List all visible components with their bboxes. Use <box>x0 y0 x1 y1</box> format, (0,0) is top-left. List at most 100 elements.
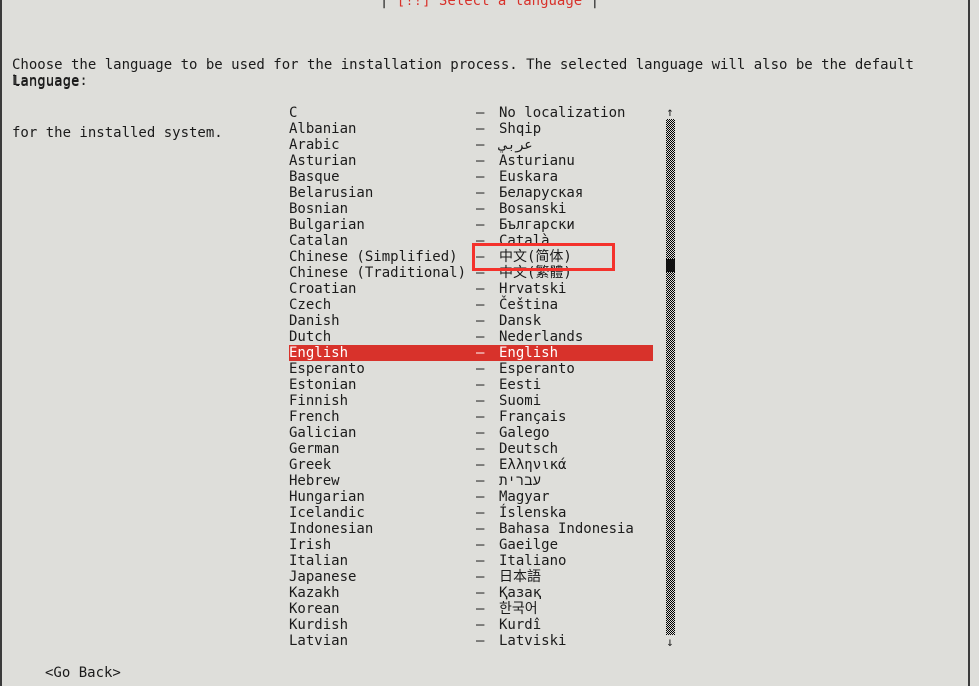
language-english-name: Czech <box>289 297 332 313</box>
language-separator: – <box>476 457 485 473</box>
language-list-item[interactable]: Greek – Ελληνικά <box>289 457 653 473</box>
language-separator: – <box>476 569 485 585</box>
language-list-item[interactable]: Esperanto – Esperanto <box>289 361 653 377</box>
language-separator: – <box>476 489 485 505</box>
language-list-item[interactable]: Czech – Čeština <box>289 297 653 313</box>
language-list-item[interactable]: Arabic – عربي <box>289 137 653 153</box>
language-english-name: Belarusian <box>289 185 374 201</box>
language-native-name: Français <box>499 409 567 425</box>
language-english-name: Croatian <box>289 281 357 297</box>
language-native-name: English <box>499 345 559 361</box>
language-list-item[interactable]: Indonesian – Bahasa Indonesia <box>289 521 653 537</box>
language-separator: – <box>476 153 485 169</box>
language-list-item[interactable]: Bulgarian – Български <box>289 217 653 233</box>
language-native-name: Kurdî <box>499 617 542 633</box>
language-list-item[interactable]: Korean – 한국어 <box>289 601 653 617</box>
language-english-name: Esperanto <box>289 361 365 377</box>
language-separator: – <box>476 105 485 121</box>
installer-screen: | [!!] Select a language | Choose the la… <box>0 0 979 686</box>
language-english-name: Albanian <box>289 121 357 137</box>
language-list-item[interactable]: Catalan – Català <box>289 233 653 249</box>
go-back-button[interactable]: <Go Back> <box>45 665 121 681</box>
language-list-item[interactable]: C – No localization <box>289 105 653 121</box>
language-native-name: Eesti <box>499 377 542 393</box>
language-english-name: Latvian <box>289 633 349 649</box>
language-native-name: Bahasa Indonesia <box>499 521 634 537</box>
language-separator: – <box>476 345 485 361</box>
language-list-item[interactable]: Albanian – Shqip <box>289 121 653 137</box>
language-label: Language: <box>12 73 88 89</box>
language-native-name: Shqip <box>499 121 542 137</box>
language-separator: – <box>476 313 485 329</box>
language-list-item[interactable]: German – Deutsch <box>289 441 653 457</box>
language-separator: – <box>476 217 485 233</box>
scrollbar-down-arrow-icon[interactable]: ↓ <box>663 635 677 649</box>
language-native-name: Dansk <box>499 313 542 329</box>
language-list-item[interactable]: Dutch – Nederlands <box>289 329 653 345</box>
language-list-item[interactable]: Kurdish – Kurdî <box>289 617 653 633</box>
language-list-item[interactable]: Chinese (Simplified) – 中文(简体) <box>289 249 653 265</box>
language-english-name: Chinese (Simplified) <box>289 249 458 265</box>
language-separator: – <box>476 601 485 617</box>
language-english-name: Icelandic <box>289 505 365 521</box>
language-list-item[interactable]: Latvian – Latviski <box>289 633 653 649</box>
language-separator: – <box>476 329 485 345</box>
language-list-item[interactable]: Italian – Italiano <box>289 553 653 569</box>
language-native-name: Беларуская <box>499 185 584 201</box>
language-native-name: Íslenska <box>499 505 567 521</box>
language-english-name: Korean <box>289 601 340 617</box>
language-native-name: Қазақ <box>499 585 542 601</box>
language-native-name: Magyar <box>499 489 550 505</box>
scrollbar-thumb[interactable] <box>666 259 675 272</box>
language-separator: – <box>476 377 485 393</box>
language-native-name: Gaeilge <box>499 537 559 553</box>
language-list-item[interactable]: Danish – Dansk <box>289 313 653 329</box>
language-list-item[interactable]: English – English <box>289 345 653 361</box>
language-english-name: Indonesian <box>289 521 374 537</box>
scrollbar[interactable]: ↑ ↓ <box>663 105 677 649</box>
language-list[interactable]: C – No localization Albanian – Shqip Arabic – عر… <box>289 105 653 649</box>
language-native-name: 中文(简体) <box>499 249 572 265</box>
language-separator: – <box>476 137 485 153</box>
language-list-item[interactable]: Asturian – Asturianu <box>289 153 653 169</box>
language-native-name: Italiano <box>499 553 567 569</box>
page-title: [!!] Select a language <box>396 0 583 9</box>
language-list-item[interactable]: Finnish – Suomi <box>289 393 653 409</box>
language-native-name: 日本語 <box>499 569 541 585</box>
language-separator: – <box>476 265 485 281</box>
language-list-item[interactable]: Hungarian – Magyar <box>289 489 653 505</box>
language-native-name: 한국어 <box>499 601 538 617</box>
language-separator: – <box>476 121 485 137</box>
language-list-item[interactable]: Basque – Euskara <box>289 169 653 185</box>
language-english-name: C <box>289 105 298 121</box>
language-native-name: Català <box>499 233 550 249</box>
language-list-item[interactable]: Galician – Galego <box>289 425 653 441</box>
title-bar-right-pipe: | <box>590 0 600 9</box>
language-list-item[interactable]: Chinese (Traditional) – 中文(繁體) <box>289 265 653 281</box>
language-separator: – <box>476 297 485 313</box>
language-separator: – <box>476 409 485 425</box>
language-separator: – <box>476 185 485 201</box>
language-separator: – <box>476 361 485 377</box>
language-native-name: Čeština <box>499 297 559 313</box>
title-bar-left-pipe: | <box>379 0 389 9</box>
language-english-name: Arabic <box>289 137 340 153</box>
language-native-name: Hrvatski <box>499 281 567 297</box>
scrollbar-up-arrow-icon[interactable]: ↑ <box>663 105 677 119</box>
language-separator: – <box>476 233 485 249</box>
language-list-item[interactable]: Kazakh – Қазақ <box>289 585 653 601</box>
language-list-item[interactable]: Japanese – 日本語 <box>289 569 653 585</box>
language-list-item[interactable]: Croatian – Hrvatski <box>289 281 653 297</box>
language-native-name: No localization <box>499 105 626 121</box>
scrollbar-track[interactable] <box>666 119 675 635</box>
language-list-item[interactable]: Belarusian – Беларуская <box>289 185 653 201</box>
language-list-item[interactable]: French – Français <box>289 409 653 425</box>
language-separator: – <box>476 473 485 489</box>
language-list-item[interactable]: Irish – Gaeilge <box>289 537 653 553</box>
language-list-item[interactable]: Bosnian – Bosanski <box>289 201 653 217</box>
language-list-item[interactable]: Icelandic – Íslenska <box>289 505 653 521</box>
intro-line-1: Choose the language to be used for the i… <box>12 57 923 90</box>
window-border-right <box>968 0 970 686</box>
language-list-item[interactable]: Estonian – Eesti <box>289 377 653 393</box>
language-list-item[interactable]: Hebrew – עברית <box>289 473 653 489</box>
